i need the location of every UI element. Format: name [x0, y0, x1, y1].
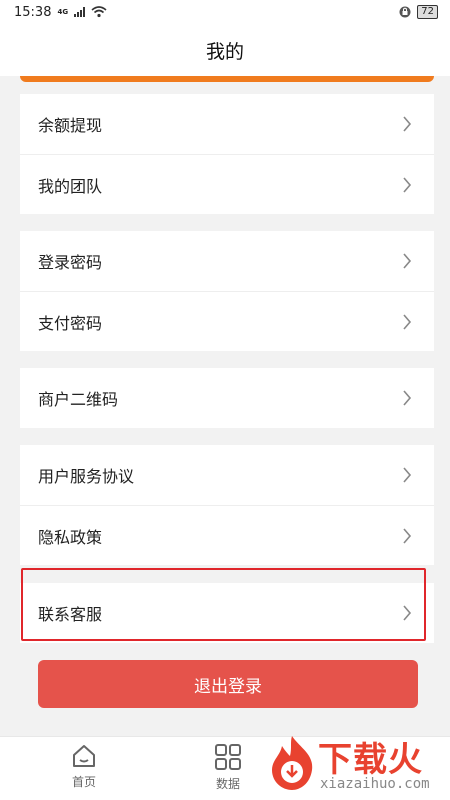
signal-icon: [74, 7, 86, 17]
accent-strip: [20, 76, 434, 82]
menu-item-label: 我的团队: [38, 176, 103, 196]
menu-group-account: 余额提现 我的团队: [20, 94, 434, 214]
network-type: 4G: [57, 7, 69, 16]
tab-home[interactable]: 首页: [54, 743, 114, 797]
menu-item-label: 用户服务协议: [38, 467, 135, 486]
menu-item-merchant-qrcode[interactable]: 商户二维码: [20, 368, 434, 428]
tab-label: 数据: [215, 777, 240, 791]
menu-item-login-password[interactable]: 登录密码: [20, 231, 434, 291]
tab-label: 首页: [71, 775, 96, 789]
chevron-right-icon: [402, 313, 414, 330]
logout-button[interactable]: 退出登录: [38, 660, 418, 708]
status-left: 15:38 4G: [14, 5, 107, 20]
chevron-right-icon: [402, 253, 414, 269]
tab-data[interactable]: 数据: [198, 743, 258, 797]
menu-item-withdraw[interactable]: 余额提现: [20, 94, 434, 154]
chevron-right-icon: [402, 467, 414, 483]
home-icon: [73, 745, 95, 767]
chevron-right-icon: [402, 527, 414, 544]
menu-item-label: 商户二维码: [38, 390, 119, 409]
watermark-brand: 下载火: [318, 740, 423, 780]
menu-item-user-agreement[interactable]: 用户服务协议: [20, 445, 434, 505]
menu-group-merchant: 商户二维码: [20, 368, 434, 428]
page-title: 我的: [205, 40, 244, 63]
grid-icon: [215, 744, 241, 770]
menu-item-payment-password[interactable]: 支付密码: [20, 291, 434, 351]
chevron-right-icon: [402, 116, 414, 132]
menu-item-label: 支付密码: [38, 313, 103, 333]
menu-group-legal: 用户服务协议 隐私政策: [20, 445, 434, 565]
menu-item-privacy-policy[interactable]: 隐私政策: [20, 505, 434, 565]
chevron-right-icon: [402, 176, 414, 193]
flame-logo-icon: [272, 736, 313, 790]
chevron-right-icon: [402, 390, 414, 406]
watermark-url: xiazaihuo.com: [320, 776, 430, 792]
menu-item-label: 隐私政策: [38, 527, 103, 547]
menu-group-security: 登录密码 支付密码: [20, 231, 434, 351]
status-time: 15:38: [14, 4, 52, 20]
watermark: 下载火 xiazaihuo.com: [266, 730, 446, 796]
lock-icon: [399, 6, 411, 18]
header: 我的: [0, 24, 450, 76]
wifi-icon: [91, 6, 107, 18]
menu-item-label: 余额提现: [38, 116, 103, 135]
menu-item-label: 登录密码: [38, 253, 103, 272]
status-bar: 15:38 4G 72: [0, 0, 450, 24]
status-right: 72: [399, 5, 438, 19]
menu-item-my-team[interactable]: 我的团队: [20, 154, 434, 214]
battery-indicator: 72: [417, 5, 438, 19]
highlight-box: [21, 568, 426, 641]
